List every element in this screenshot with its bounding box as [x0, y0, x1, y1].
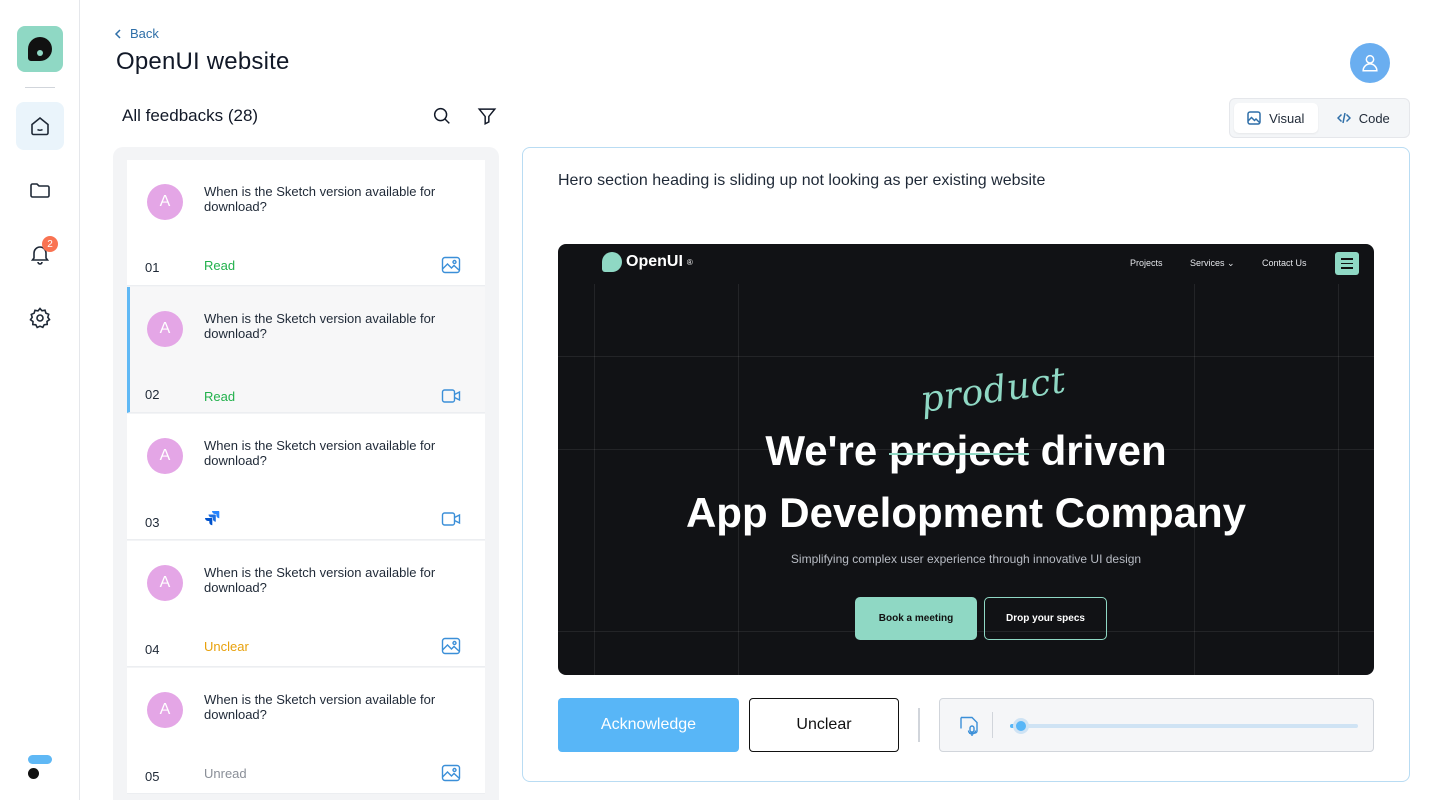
preview-heading-line2: App Development Company: [685, 489, 1247, 536]
user-icon: [1362, 54, 1378, 72]
status-badge: Read: [204, 389, 236, 404]
preview-nav-projects: Projects: [1130, 258, 1163, 268]
unclear-button[interactable]: Unclear: [749, 698, 899, 752]
preview-heading-line1: We're project driven: [558, 427, 1374, 475]
page-title: OpenUI website: [116, 48, 290, 75]
preview-logo: OpenUI ®: [602, 252, 693, 272]
preview-logo-mark: [602, 252, 622, 272]
image-icon: [441, 764, 461, 782]
preview-subtitle: Simplifying complex user experience thro…: [790, 552, 1142, 566]
app-logo[interactable]: [17, 26, 63, 72]
code-icon: [1336, 112, 1351, 124]
acknowledge-button[interactable]: Acknowledge: [558, 698, 739, 752]
preview-nav-contact: Contact Us: [1262, 258, 1307, 268]
tab-code[interactable]: Code: [1322, 103, 1406, 133]
search-button[interactable]: [428, 102, 456, 130]
image-icon: [441, 256, 461, 274]
audio-progress-handle[interactable]: [1012, 718, 1029, 734]
list-item[interactable]: A When is the Sketch version available f…: [127, 668, 485, 794]
player-divider: [992, 712, 993, 738]
grid-line: [1338, 284, 1339, 675]
back-link[interactable]: Back: [114, 26, 159, 41]
feedback-number: 02: [145, 387, 160, 402]
sidebar-item-home[interactable]: [16, 102, 64, 150]
brand-dot: [28, 768, 39, 779]
view-toggle: Visual Code: [1229, 98, 1410, 138]
voice-note-player: [939, 698, 1374, 752]
preview-nav-services-label: Services: [1190, 258, 1225, 268]
voice-note-icon[interactable]: [958, 715, 980, 737]
preview-drop-specs-button: Drop your specs: [984, 597, 1107, 640]
feedback-list-title: All feedbacks (28): [122, 106, 259, 125]
grid-line: [738, 284, 739, 675]
feedback-list: A When is the Sketch version available f…: [113, 147, 499, 800]
chevron-left-icon: [114, 28, 121, 39]
sidebar-item-notifications[interactable]: 2: [16, 230, 64, 278]
heading-struck-word: project: [888, 427, 1029, 474]
heading-prefix: We're: [765, 427, 878, 474]
list-item[interactable]: A When is the Sketch version available f…: [127, 414, 485, 540]
tab-code-label: Code: [1358, 110, 1390, 126]
feedback-number: 04: [145, 642, 160, 657]
feedback-text: When is the Sketch version available for…: [204, 565, 436, 595]
sidebar-item-settings[interactable]: [16, 294, 64, 342]
grid-line: [558, 356, 1374, 357]
filter-button[interactable]: [473, 102, 501, 130]
video-icon: [441, 387, 461, 405]
preview-handwritten-word: product: [917, 360, 1069, 421]
author-avatar: A: [147, 184, 183, 220]
heading-suffix: driven: [1040, 427, 1167, 474]
image-icon: [441, 637, 461, 655]
notification-badge: 2: [42, 236, 58, 252]
feedback-text: When is the Sketch version available for…: [204, 184, 436, 214]
feedback-number: 01: [145, 260, 160, 275]
preview-book-meeting-button: Book a meeting: [855, 597, 977, 640]
video-icon: [441, 510, 461, 528]
logo-mark: [28, 37, 52, 61]
grid-line: [594, 284, 595, 675]
feedback-number: 03: [145, 515, 160, 530]
status-badge: Unread: [204, 766, 247, 781]
author-avatar: A: [147, 565, 183, 601]
user-avatar[interactable]: [1350, 43, 1390, 83]
back-label: Back: [130, 26, 159, 41]
status-badge: Unclear: [204, 639, 249, 654]
list-item[interactable]: A When is the Sketch version available f…: [127, 541, 485, 667]
feedback-description: Hero section heading is sliding up not l…: [558, 172, 1046, 189]
registered-mark: ®: [686, 257, 693, 267]
author-avatar: A: [147, 311, 183, 347]
author-avatar: A: [147, 438, 183, 474]
action-divider: [918, 708, 920, 742]
filter-icon: [477, 108, 497, 125]
list-item[interactable]: A When is the Sketch version available f…: [127, 160, 485, 286]
status-badge: Read: [204, 258, 236, 273]
tab-visual-label: Visual: [1269, 110, 1305, 126]
feedback-detail: Hero section heading is sliding up not l…: [522, 147, 1410, 782]
sidebar-divider: [25, 87, 55, 88]
home-icon: [31, 116, 49, 136]
brand-mark: [28, 755, 52, 779]
sidebar-item-folder[interactable]: [16, 166, 64, 214]
audio-progress-track[interactable]: [1010, 718, 1358, 734]
feedback-text: When is the Sketch version available for…: [204, 692, 436, 722]
screenshot-preview[interactable]: OpenUI ® Projects Services ⌄ Contact Us …: [558, 244, 1374, 675]
grid-line: [1194, 284, 1195, 675]
author-avatar: A: [147, 692, 183, 728]
brand-pill: [28, 755, 52, 764]
feedback-text: When is the Sketch version available for…: [204, 311, 436, 341]
tab-visual[interactable]: Visual: [1234, 103, 1318, 133]
folder-icon: [30, 183, 50, 198]
menu-icon: [1335, 252, 1359, 275]
chevron-down-icon: ⌄: [1224, 258, 1235, 268]
gear-icon: [29, 307, 51, 329]
list-item[interactable]: A When is the Sketch version available f…: [127, 287, 485, 413]
image-icon: [1247, 111, 1261, 125]
feedback-number: 05: [145, 769, 160, 784]
search-icon: [433, 107, 450, 124]
sidebar: 2: [0, 0, 80, 800]
preview-logo-text: OpenUI: [626, 253, 683, 270]
jira-icon: [204, 510, 220, 529]
preview-nav-services: Services ⌄: [1190, 258, 1235, 269]
feedback-text: When is the Sketch version available for…: [204, 438, 436, 468]
